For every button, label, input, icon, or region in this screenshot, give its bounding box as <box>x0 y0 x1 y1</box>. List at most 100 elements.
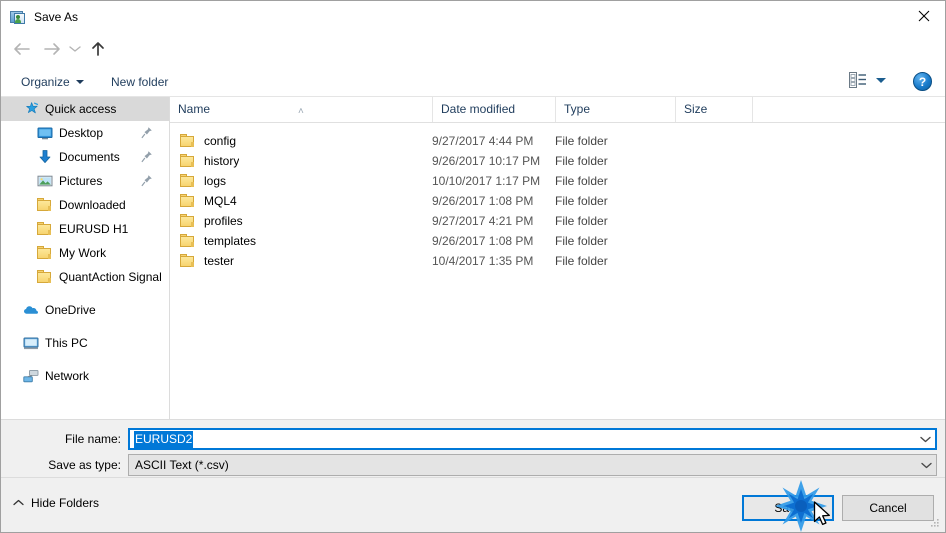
file-name-cell: tester <box>180 251 234 271</box>
file-type: File folder <box>555 154 608 168</box>
table-row[interactable]: templates 9/26/2017 1:08 PM File folder <box>170 231 945 251</box>
table-row[interactable]: history 9/26/2017 10:17 PM File folder <box>170 151 945 171</box>
help-button[interactable]: ? <box>913 72 932 91</box>
pin-icon[interactable] <box>141 126 153 139</box>
star-pin-icon <box>23 101 39 117</box>
table-row[interactable]: MQL4 9/26/2017 1:08 PM File folder <box>170 191 945 211</box>
file-type: File folder <box>555 214 608 228</box>
table-row[interactable]: profiles 9/27/2017 4:21 PM File folder <box>170 211 945 231</box>
window-title: Save As <box>34 9 79 24</box>
sidebar-item-this-pc[interactable]: This PC <box>1 331 169 355</box>
forward-button[interactable] <box>39 35 65 63</box>
file-name-value[interactable]: EURUSD2 <box>134 430 194 448</box>
sidebar-item-network[interactable]: Network <box>1 364 169 388</box>
chevron-down-icon <box>876 77 886 83</box>
column-header-label: Date modified <box>441 102 516 116</box>
file-name: profiles <box>204 214 243 228</box>
sidebar-label: OneDrive <box>45 303 96 317</box>
sidebar-label: This PC <box>45 336 88 350</box>
file-date: 9/26/2017 10:17 PM <box>432 154 541 168</box>
table-row[interactable]: logs 10/10/2017 1:17 PM File folder <box>170 171 945 191</box>
new-folder-label: New folder <box>111 75 169 89</box>
column-header-name[interactable]: Name ˄ <box>170 97 432 122</box>
column-header-size[interactable]: Size <box>675 97 752 122</box>
sidebar-item-quick-access[interactable]: Quick access <box>1 97 169 121</box>
folder-icon <box>37 245 53 261</box>
file-name-cell: profiles <box>180 211 243 231</box>
folder-icon <box>180 153 196 169</box>
folder-icon <box>37 269 53 285</box>
resize-grip-icon[interactable] <box>929 517 941 529</box>
sidebar-item-my-work[interactable]: My Work <box>1 241 169 265</box>
sort-ascending-icon: ˄ <box>298 106 304 117</box>
file-date: 9/27/2017 4:44 PM <box>432 134 534 148</box>
file-type: File folder <box>555 254 608 268</box>
sidebar-label: Documents <box>59 150 120 164</box>
sidebar-label: Downloaded <box>59 198 126 212</box>
file-name: history <box>204 154 240 168</box>
help-label: ? <box>918 74 927 89</box>
save-as-app-icon <box>10 9 26 25</box>
file-name-cell: logs <box>180 171 226 191</box>
organize-label: Organize <box>21 75 70 89</box>
file-name-cell: templates <box>180 231 256 251</box>
chevron-down-icon[interactable] <box>915 436 935 443</box>
file-name-input[interactable]: EURUSD2 <box>128 428 937 450</box>
folder-icon <box>180 233 196 249</box>
folder-icon <box>180 213 196 229</box>
close-icon[interactable] <box>901 1 945 31</box>
up-button[interactable] <box>85 35 111 63</box>
pin-icon[interactable] <box>141 174 153 187</box>
cancel-button[interactable]: Cancel <box>842 495 934 521</box>
file-date: 10/4/2017 1:35 PM <box>432 254 534 268</box>
file-type: File folder <box>555 234 608 248</box>
sidebar-item-downloaded[interactable]: Downloaded <box>1 193 169 217</box>
file-name: logs <box>204 174 227 188</box>
sidebar-item-desktop[interactable]: Desktop <box>1 121 169 145</box>
sidebar-item-onedrive[interactable]: OneDrive <box>1 298 169 322</box>
folder-icon <box>180 173 196 189</box>
save-as-type-select[interactable]: ASCII Text (*.csv) <box>128 454 937 476</box>
sidebar-label: My Work <box>59 246 107 260</box>
file-name: templates <box>204 234 257 248</box>
table-row[interactable]: config 9/27/2017 4:44 PM File folder <box>170 131 945 151</box>
file-name-cell: config <box>180 131 236 151</box>
folder-icon <box>37 221 53 237</box>
chevron-up-icon <box>13 498 24 509</box>
arrow-up-icon <box>92 42 104 56</box>
desktop-icon <box>37 125 53 141</box>
folder-icon <box>180 253 196 269</box>
save-button[interactable]: Save <box>742 495 834 521</box>
file-name: tester <box>204 254 235 268</box>
hide-folders-label: Hide Folders <box>31 496 100 510</box>
title-bar: Save As <box>1 1 945 32</box>
file-type: File folder <box>555 134 608 148</box>
file-list-pane: Name ˄ Date modified Type Size config 9/… <box>170 97 945 419</box>
chevron-down-icon[interactable] <box>916 462 936 469</box>
sidebar-item-documents[interactable]: Documents <box>1 145 169 169</box>
sidebar-item-quantaction-signal[interactable]: QuantAction Signal <box>1 265 169 289</box>
back-button[interactable] <box>9 35 35 63</box>
pin-icon[interactable] <box>141 150 153 163</box>
navigation-bar: « Roaming › MetaQuotes › Terminal › 9155… <box>1 32 945 91</box>
sidebar-item-eurusd-h1[interactable]: EURUSD H1 <box>1 217 169 241</box>
recent-locations-button[interactable] <box>65 35 85 63</box>
file-date: 9/27/2017 4:21 PM <box>432 214 534 228</box>
save-as-type-value: ASCII Text (*.csv) <box>135 458 229 472</box>
network-icon <box>23 368 39 384</box>
column-headers: Name ˄ Date modified Type Size <box>170 97 945 123</box>
view-layout-icon <box>849 72 867 88</box>
column-header-type[interactable]: Type <box>555 97 675 122</box>
chevron-down-icon <box>75 80 84 84</box>
organize-button[interactable]: Organize <box>15 71 90 93</box>
this-pc-icon <box>23 335 39 351</box>
new-folder-button[interactable]: New folder <box>105 71 174 93</box>
column-header-date-modified[interactable]: Date modified <box>432 97 555 122</box>
change-view-button[interactable] <box>849 72 886 88</box>
sidebar-item-pictures[interactable]: Pictures <box>1 169 169 193</box>
hide-folders-button[interactable]: Hide Folders <box>13 496 99 510</box>
table-row[interactable]: tester 10/4/2017 1:35 PM File folder <box>170 251 945 271</box>
column-header-label: Type <box>564 102 591 116</box>
